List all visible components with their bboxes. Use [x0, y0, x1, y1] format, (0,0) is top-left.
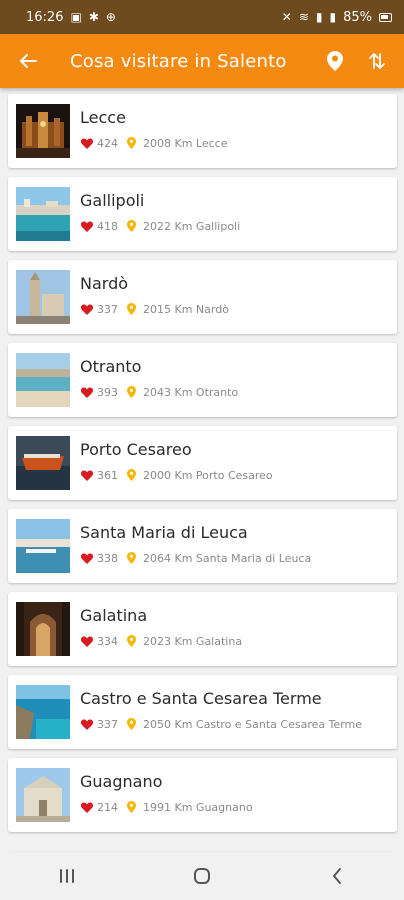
distance-text: 2064 Km Santa Maria di Leuca — [143, 551, 312, 565]
place-thumbnail — [16, 270, 70, 324]
place-meta: 337 2050 Km Castro e Santa Cesarea Terme — [81, 715, 362, 733]
likes-count: 393 — [97, 385, 118, 399]
home-button[interactable] — [172, 852, 232, 900]
distance-text: 2000 Km Porto Cesareo — [143, 468, 273, 482]
likes-count: 337 — [97, 717, 118, 731]
map-pin-icon — [127, 137, 136, 149]
place-card-lecce[interactable]: Lecce 424 2008 Km Lecce — [8, 94, 397, 168]
place-meta: 338 2064 Km Santa Maria di Leuca — [81, 549, 311, 567]
likes-count: 337 — [97, 302, 118, 316]
heart-icon — [81, 221, 93, 232]
heart-icon — [81, 470, 93, 481]
place-meta: 337 2015 Km Nardò — [81, 300, 229, 318]
place-card-porto-cesareo[interactable]: Porto Cesareo 361 2000 Km Porto Cesareo — [8, 426, 397, 500]
map-pin-icon — [127, 801, 136, 813]
wifi-icon: ≋ — [298, 10, 309, 24]
sort-arrows-icon — [369, 53, 385, 69]
status-time: 16:26 — [26, 9, 64, 25]
place-thumbnail — [16, 104, 70, 158]
home-icon — [193, 868, 210, 884]
place-thumbnail — [16, 602, 70, 656]
place-card-gallipoli[interactable]: Gallipoli 418 2022 Km Gallipoli — [8, 177, 397, 251]
back-arrow-icon — [20, 54, 37, 68]
map-pin-icon — [127, 303, 136, 315]
place-name: Otranto — [80, 357, 142, 376]
heart-icon — [81, 636, 93, 647]
distance-text: 2008 Km Lecce — [143, 136, 228, 150]
place-meta: 361 2000 Km Porto Cesareo — [81, 466, 273, 484]
place-meta: 418 2022 Km Gallipoli — [81, 217, 240, 235]
place-card-santa-maria-di-leuca[interactable]: Santa Maria di Leuca 338 2064 Km Santa M… — [8, 509, 397, 583]
map-pin-icon — [127, 220, 136, 232]
likes-count: 361 — [97, 468, 118, 482]
system-back-button[interactable] — [307, 852, 367, 900]
location-pin-icon — [327, 51, 343, 71]
battery-level: 85% — [343, 9, 372, 25]
likes-count: 214 — [97, 800, 118, 814]
place-name: Nardò — [80, 274, 129, 293]
place-card-guagnano[interactable]: Guagnano 214 1991 Km Guagnano — [8, 758, 397, 832]
distance-text: 2023 Km Galatina — [143, 634, 243, 648]
likes-count: 334 — [97, 634, 118, 648]
map-pin-icon — [127, 718, 136, 730]
status-bar: 16:26 ▣ ✱ ⊕ ✕ ≋ ▮ ▮ 85% — [0, 0, 404, 34]
chevron-left-icon — [332, 868, 341, 884]
place-meta: 393 2043 Km Otranto — [81, 383, 238, 401]
distance-text: 2050 Km Castro e Santa Cesarea Terme — [143, 717, 363, 731]
lock-icon: ⊕ — [105, 10, 116, 24]
mute-icon: ✕ — [281, 10, 292, 24]
heart-icon — [81, 138, 93, 149]
place-meta: 214 1991 Km Guagnano — [81, 798, 253, 816]
map-pin-icon — [127, 552, 136, 564]
place-card-galatina[interactable]: Galatina 334 2023 Km Galatina — [8, 592, 397, 666]
place-name: Porto Cesareo — [80, 440, 192, 459]
place-name: Castro e Santa Cesarea Terme — [80, 689, 322, 708]
map-pin-icon — [127, 469, 136, 481]
map-pin-icon — [127, 386, 136, 398]
system-nav-bar — [0, 852, 404, 900]
place-thumbnail — [16, 685, 70, 739]
page-title: Cosa visitare in Salento — [70, 50, 287, 72]
place-thumbnail — [16, 519, 70, 573]
place-card-nardo[interactable]: Nardò 337 2015 Km Nardò — [8, 260, 397, 334]
place-thumbnail — [16, 353, 70, 407]
place-card-otranto[interactable]: Otranto 393 2043 Km Otranto — [8, 343, 397, 417]
distance-text: 2043 Km Otranto — [143, 385, 239, 399]
place-meta: 334 2023 Km Galatina — [81, 632, 242, 650]
signal-2-icon: ▮ — [329, 10, 337, 24]
sort-button[interactable] — [356, 34, 398, 88]
gallery-icon: ▣ — [70, 10, 82, 24]
place-thumbnail — [16, 187, 70, 241]
map-button[interactable] — [314, 34, 356, 88]
heart-icon — [81, 802, 93, 813]
distance-text: 2022 Km Gallipoli — [143, 219, 241, 233]
place-name: Santa Maria di Leuca — [80, 523, 248, 542]
heart-icon — [81, 304, 93, 315]
place-name: Galatina — [80, 606, 148, 625]
place-meta: 424 2008 Km Lecce — [81, 134, 227, 152]
map-pin-icon — [127, 635, 136, 647]
place-thumbnail — [16, 436, 70, 490]
likes-count: 338 — [97, 551, 118, 565]
heart-icon — [81, 387, 93, 398]
place-name: Gallipoli — [80, 191, 145, 210]
place-name: Guagnano — [80, 772, 163, 791]
app-bar: Cosa visitare in Salento — [0, 34, 404, 88]
recent-apps-button[interactable] — [37, 852, 97, 900]
place-card-castro[interactable]: Castro e Santa Cesarea Terme 337 2050 Km… — [8, 675, 397, 749]
signal-icon: ▮ — [315, 10, 323, 24]
place-name: Lecce — [80, 108, 126, 127]
place-thumbnail — [16, 768, 70, 822]
likes-count: 424 — [97, 136, 118, 150]
heart-icon — [81, 553, 93, 564]
distance-text: 1991 Km Guagnano — [143, 800, 253, 814]
distance-text: 2015 Km Nardò — [143, 302, 229, 316]
likes-count: 418 — [97, 219, 118, 233]
back-button[interactable] — [0, 34, 56, 88]
settings-notification-icon: ✱ — [88, 10, 99, 24]
heart-icon — [81, 719, 93, 730]
recent-apps-icon — [60, 869, 75, 883]
battery-icon — [379, 12, 392, 22]
